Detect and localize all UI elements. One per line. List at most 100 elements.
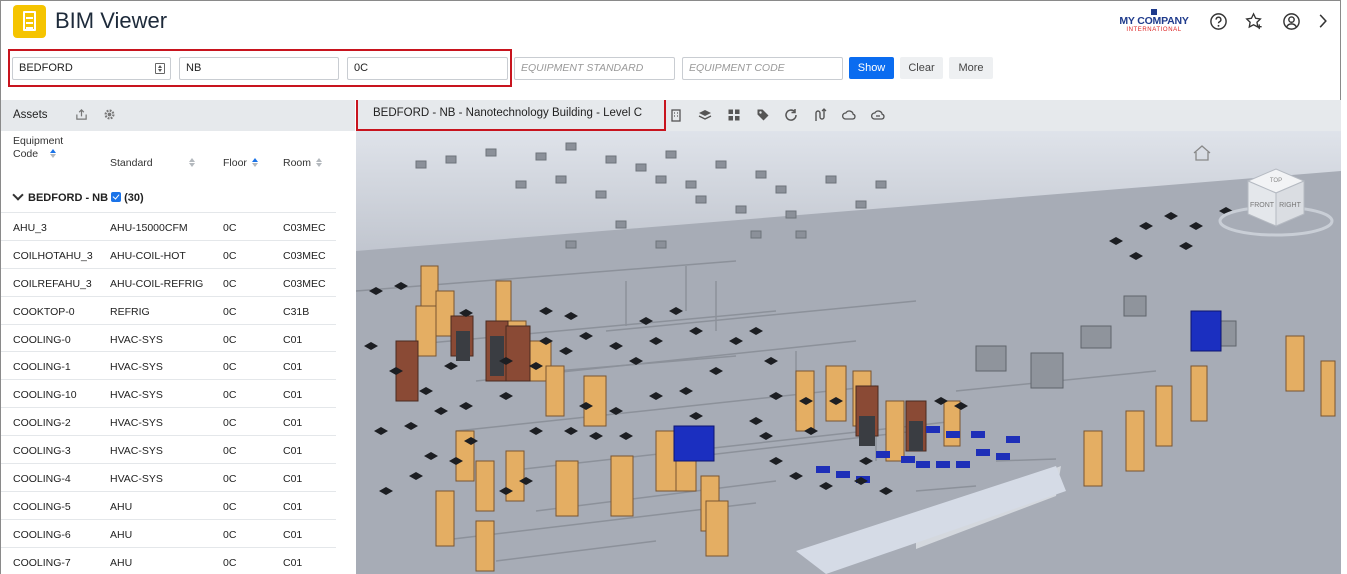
cloud-icon[interactable] (842, 108, 856, 122)
table-row[interactable]: COOLING-1 HVAC-SYS 0C C01 (1, 351, 336, 379)
cell-code: COILREFAHU_3 (13, 277, 92, 290)
equipment-standard-input[interactable]: EQUIPMENT STANDARD (514, 57, 675, 80)
floor-input[interactable]: 0C (347, 57, 508, 80)
column-header-standard[interactable]: Standard (110, 157, 195, 170)
cell-standard: HVAC-SYS (110, 361, 163, 374)
grid-icon[interactable] (727, 108, 741, 122)
cell-code: COOLING-6 (13, 528, 71, 541)
assets-table-body: AHU_3 AHU-15000CFM 0C C03MEC COILHOTAHU_3 AHU… (1, 212, 336, 574)
cell-room: C01 (283, 528, 303, 541)
cell-floor: 0C (223, 389, 237, 402)
tag-icon[interactable] (756, 108, 770, 122)
building-icon[interactable] (669, 108, 683, 122)
bim-3d-viewer[interactable]: TOP FRONT RIGHT BEDFORD - NB - Nanotechn… (356, 100, 1341, 574)
cell-standard: AHU (110, 528, 133, 541)
viewcube-top-label: TOP (1270, 178, 1282, 184)
assets-title: Assets (13, 109, 48, 121)
current-view-label[interactable]: BEDFORD - NB - Nanotechnology Building -… (356, 100, 666, 131)
table-row[interactable]: COILREFAHU_3 AHU-COIL-REFRIG 0C C03MEC (1, 267, 336, 296)
cell-floor: 0C (223, 473, 237, 486)
company-logo-text: MY COMPANY (1119, 15, 1189, 27)
show-button[interactable]: Show (849, 57, 894, 79)
cell-code: COILHOTAHU_3 (13, 249, 93, 262)
cell-floor: 0C (223, 249, 237, 262)
table-row[interactable]: COOKTOP-0 REFRIG 0C C31B (1, 295, 336, 324)
column-header-room[interactable]: Room (283, 157, 323, 170)
equipment-code-input[interactable]: EQUIPMENT CODE (682, 57, 843, 80)
table-row[interactable]: COOLING-7 AHU 0C C01 (1, 546, 336, 574)
settings-gear-icon[interactable] (103, 108, 116, 121)
column-header-equipment-code-line1: Equipment (13, 135, 64, 147)
cell-standard: HVAC-SYS (110, 417, 163, 430)
more-button[interactable]: More (949, 57, 993, 79)
site-select[interactable]: BEDFORD (12, 57, 171, 80)
app-title: BIM Viewer (55, 8, 168, 33)
cell-room: C01 (283, 445, 303, 458)
sort-icon (251, 158, 258, 167)
app-header: BIM Viewer MY COMPANY INTERNATIONAL (0, 0, 1341, 44)
floor-input-value: 0C (354, 62, 369, 74)
column-header-floor-label: Floor (223, 157, 247, 169)
cell-room: C01 (283, 417, 303, 430)
column-header-room-label: Room (283, 157, 312, 169)
cell-floor: 0C (223, 361, 237, 374)
cell-code: COOLING-3 (13, 445, 71, 458)
table-row[interactable]: COOLING-4 HVAC-SYS 0C C01 (1, 463, 336, 491)
cell-standard: AHU-COIL-REFRIG (110, 277, 204, 290)
table-row[interactable]: COOLING-3 HVAC-SYS 0C C01 (1, 435, 336, 463)
group-count: (30) (124, 192, 144, 204)
table-row[interactable]: COILHOTAHU_3 AHU-COIL-HOT 0C C03MEC (1, 239, 336, 268)
more-icon[interactable] (1317, 12, 1329, 31)
cell-room: C01 (283, 473, 303, 486)
group-label: BEDFORD - NB (28, 192, 109, 204)
layers-icon[interactable] (698, 108, 712, 122)
dropdown-icon (155, 63, 165, 74)
building-input-value: NB (186, 62, 202, 74)
group-checkbox[interactable] (111, 192, 122, 202)
export-icon[interactable] (75, 108, 88, 121)
cell-standard: AHU-15000CFM (110, 222, 188, 234)
panel-splitter[interactable] (336, 131, 356, 574)
cell-room: C03MEC (283, 277, 326, 290)
table-row[interactable]: COOLING-5 AHU 0C C01 (1, 490, 336, 519)
cell-room: C31B (283, 305, 310, 318)
sort-icon (316, 158, 323, 167)
cell-room: C03MEC (283, 249, 326, 262)
cell-floor: 0C (223, 305, 237, 318)
cell-floor: 0C (223, 277, 237, 290)
company-logo: MY COMPANY INTERNATIONAL (1117, 9, 1191, 35)
column-header-floor[interactable]: Floor (223, 157, 258, 170)
refresh-icon[interactable] (784, 108, 798, 122)
table-row[interactable]: COOLING-6 AHU 0C C01 (1, 518, 336, 547)
site-select-value: BEDFORD (19, 62, 73, 74)
cell-standard: HVAC-SYS (110, 333, 163, 346)
building-input[interactable]: NB (179, 57, 339, 80)
favorites-icon[interactable] (1245, 12, 1264, 31)
cell-standard: HVAC-SYS (110, 389, 163, 402)
cell-code: COOLING-5 (13, 500, 71, 513)
user-icon[interactable] (1282, 12, 1301, 31)
cell-code: COOLING-1 (13, 361, 71, 374)
route-icon[interactable] (813, 108, 827, 122)
clear-button[interactable]: Clear (900, 57, 943, 79)
table-row[interactable]: COOLING-2 HVAC-SYS 0C C01 (1, 407, 336, 435)
table-row[interactable]: AHU_3 AHU-15000CFM 0C C03MEC (1, 212, 336, 240)
sort-icon (188, 158, 195, 167)
app-logo-icon (13, 5, 46, 38)
help-icon[interactable] (1209, 12, 1228, 31)
assets-panel-header: Assets (1, 100, 355, 131)
cell-standard: HVAC-SYS (110, 445, 163, 458)
cell-code: COOLING-4 (13, 473, 71, 486)
cell-room: C01 (283, 361, 303, 374)
cell-floor: 0C (223, 222, 237, 234)
table-row[interactable]: COOLING-0 HVAC-SYS 0C C01 (1, 323, 336, 352)
chevron-down-icon[interactable] (12, 189, 24, 201)
cell-room: C01 (283, 556, 303, 569)
table-row[interactable]: COOLING-10 HVAC-SYS 0C C01 (1, 379, 336, 407)
3d-model-canvas[interactable]: TOP FRONT RIGHT (356, 131, 1341, 574)
cloud-link-icon[interactable] (871, 108, 885, 122)
company-logo-subtext: INTERNATIONAL (1126, 27, 1182, 33)
cell-code: COOLING-2 (13, 417, 71, 430)
column-header-equipment-code[interactable]: Equipment Code (13, 135, 63, 161)
group-row-bedford-nb[interactable]: BEDFORD - NB (30) (12, 189, 144, 204)
